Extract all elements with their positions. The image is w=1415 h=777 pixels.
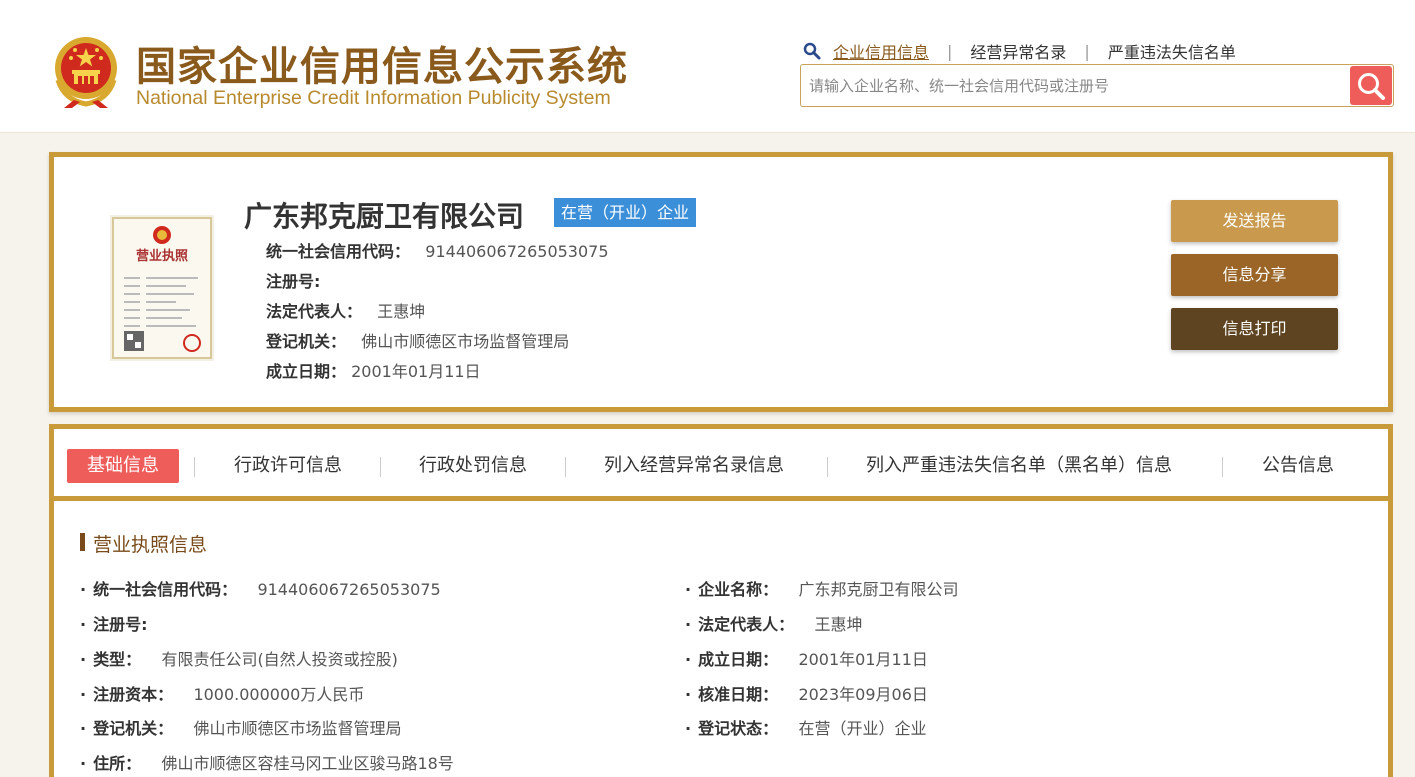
company-card: 营业执照 广东邦克厨卫有限公司 在营（开业）企业 统一社会信用代码： 91440…: [49, 152, 1393, 412]
field-address: · 住所： 佛山市顺德区容桂马冈工业区骏马路18号: [80, 754, 454, 773]
site-title-en: National Enterprise Credit Information P…: [136, 87, 611, 109]
tab-separator: [1222, 457, 1223, 477]
field-value: 2023年09月06日: [798, 685, 928, 704]
info-label: 登记机关：: [266, 332, 347, 351]
info-credit-code: 统一社会信用代码： 914406067265053075: [266, 241, 609, 263]
tab-abnormal-list[interactable]: 列入经营异常名录信息: [604, 449, 784, 483]
field-label: 核准日期：: [698, 685, 779, 704]
field-value: 1000.000000万人民币: [193, 685, 365, 704]
search-icon: [803, 42, 821, 60]
tab-admin-license[interactable]: 行政许可信息: [234, 449, 342, 483]
search-input[interactable]: [809, 65, 1339, 106]
field-value: 王惠坤: [814, 615, 863, 634]
info-value: 2001年01月11日: [351, 362, 481, 381]
site-header: 国家企业信用信息公示系统 National Enterprise Credit …: [0, 0, 1415, 133]
info-value: 914406067265053075: [425, 242, 609, 261]
field-label: 成立日期：: [698, 650, 779, 669]
field-label: 企业名称：: [698, 580, 779, 599]
tab-separator: [380, 457, 381, 477]
field-value: 广东邦克厨卫有限公司: [798, 580, 959, 599]
nav-link-credit-info[interactable]: 企业信用信息: [833, 39, 929, 63]
field-legal-rep: · 法定代表人： 王惠坤: [685, 615, 863, 634]
tab-announcements[interactable]: 公告信息: [1262, 449, 1334, 483]
info-label: 成立日期：: [266, 362, 347, 381]
nav-separator: |: [947, 41, 953, 61]
field-value: 有限责任公司(自然人投资或控股): [161, 650, 398, 669]
nav-link-blacklist[interactable]: 严重违法失信名单: [1108, 39, 1236, 63]
nav-link-abnormal-list[interactable]: 经营异常名录: [970, 39, 1066, 63]
field-value: 914406067265053075: [257, 580, 441, 599]
nav-separator: |: [1084, 41, 1090, 61]
field-value: 2001年01月11日: [798, 650, 928, 669]
tab-bar: 基础信息 行政许可信息 行政处罚信息 列入经营异常名录信息 列入严重违法失信名单…: [54, 429, 1388, 501]
license-title: 营业执照: [136, 248, 188, 264]
send-report-button[interactable]: 发送报告: [1171, 200, 1338, 242]
field-label: 注册号:: [93, 615, 148, 634]
tab-separator: [827, 457, 828, 477]
info-establish-date: 成立日期： 2001年01月11日: [266, 361, 481, 383]
site-title-cn: 国家企业信用信息公示系统: [136, 44, 628, 90]
field-credit-code: · 统一社会信用代码： 914406067265053075: [80, 580, 441, 599]
top-nav: 企业信用信息 | 经营异常名录 | 严重违法失信名单: [803, 40, 1236, 62]
field-type: · 类型： 有限责任公司(自然人投资或控股): [80, 650, 398, 669]
search-icon: [1358, 72, 1385, 100]
company-name: 广东邦克厨卫有限公司: [244, 200, 525, 233]
field-value: 佛山市顺德区容桂马冈工业区骏马路18号: [161, 754, 454, 773]
national-emblem-icon: [55, 37, 117, 108]
info-label: 统一社会信用代码：: [266, 242, 411, 261]
field-establish-date: · 成立日期： 2001年01月11日: [685, 650, 928, 669]
field-label: 法定代表人：: [698, 615, 795, 634]
details-panel: 基础信息 行政许可信息 行政处罚信息 列入经营异常名录信息 列入严重违法失信名单…: [49, 424, 1393, 777]
field-label: 登记状态：: [698, 719, 779, 738]
tab-blacklist[interactable]: 列入严重违法失信名单（黑名单）信息: [866, 449, 1172, 483]
field-label: 统一社会信用代码：: [93, 580, 238, 599]
tab-separator: [565, 457, 566, 477]
tab-admin-penalty[interactable]: 行政处罚信息: [419, 449, 527, 483]
field-value: 在营（开业）企业: [798, 719, 927, 738]
tab-basic-info[interactable]: 基础信息: [67, 449, 179, 483]
search-box: [800, 64, 1394, 107]
search-button[interactable]: [1350, 66, 1392, 105]
tab-separator: [194, 457, 195, 477]
field-approval-date: · 核准日期： 2023年09月06日: [685, 685, 928, 704]
info-registration-authority: 登记机关： 佛山市顺德区市场监督管理局: [266, 331, 569, 353]
field-label: 类型：: [93, 650, 142, 669]
info-label: 注册号:: [266, 272, 321, 291]
field-value: 佛山市顺德区市场监督管理局: [193, 719, 402, 738]
field-label: 住所：: [93, 754, 142, 773]
field-registration-status: · 登记状态： 在营（开业）企业: [685, 719, 927, 738]
info-reg-number: 注册号:: [266, 271, 320, 293]
section-title: 营业执照信息: [80, 530, 207, 557]
field-label: 注册资本：: [93, 685, 174, 704]
field-company-name: · 企业名称： 广东邦克厨卫有限公司: [685, 580, 959, 599]
status-badge: 在营（开业）企业: [554, 198, 697, 227]
info-label: 法定代表人：: [266, 302, 363, 321]
field-label: 登记机关：: [93, 719, 174, 738]
business-license-thumbnail[interactable]: 营业执照: [110, 215, 214, 361]
share-info-button[interactable]: 信息分享: [1171, 254, 1338, 296]
info-value: 佛山市顺德区市场监督管理局: [361, 332, 570, 351]
field-reg-number: · 注册号:: [80, 615, 148, 634]
info-legal-rep: 法定代表人： 王惠坤: [266, 301, 425, 323]
info-value: 王惠坤: [377, 302, 426, 321]
print-info-button[interactable]: 信息打印: [1171, 308, 1338, 350]
field-registration-authority: · 登记机关： 佛山市顺德区市场监督管理局: [80, 719, 402, 738]
field-registered-capital: · 注册资本： 1000.000000万人民币: [80, 685, 365, 704]
